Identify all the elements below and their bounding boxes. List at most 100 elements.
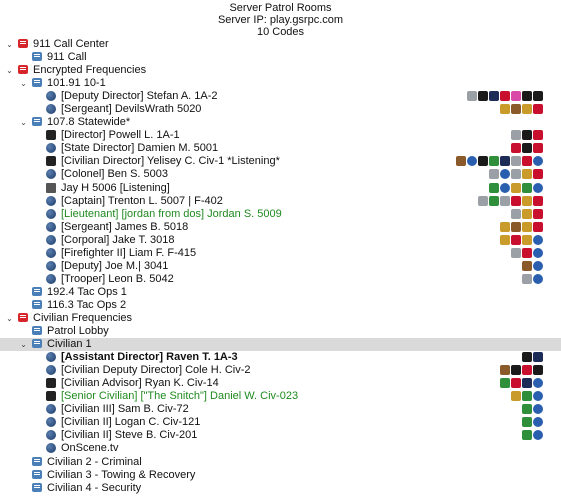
badge-icon bbox=[489, 91, 499, 102]
client-name: [Deputy Director] Stefan A. 1A-2 bbox=[61, 90, 218, 103]
channel-icon bbox=[32, 286, 42, 296]
client-row[interactable]: [Sergeant] DevilsWrath 5020 bbox=[0, 103, 561, 116]
badge-icon bbox=[500, 169, 510, 180]
badge-icon bbox=[533, 352, 543, 363]
user-status-icon bbox=[46, 404, 56, 415]
channel-name: 192.4 Tac Ops 1 bbox=[47, 285, 127, 298]
client-row[interactable]: [Civilian II] Steve B. Civ-201 bbox=[0, 429, 561, 442]
badge-icon bbox=[533, 273, 543, 284]
channel-row[interactable]: ⌄ Civilian Frequencies bbox=[0, 312, 561, 325]
client-row[interactable]: [Firefighter II] Liam F. F-415 bbox=[0, 247, 561, 260]
channel-row[interactable]: Patrol Lobby bbox=[0, 325, 561, 338]
client-row[interactable]: [Civilian III] Sam B. Civ-72 bbox=[0, 403, 561, 416]
expand-arrow-icon[interactable]: ⌄ bbox=[19, 77, 28, 90]
channel-name: 116.3 Tac Ops 2 bbox=[47, 298, 127, 311]
channel-icon bbox=[32, 117, 42, 127]
client-row[interactable]: [Captain] Trenton L. 5007 | F-402 bbox=[0, 195, 561, 208]
client-row[interactable]: [Deputy] Joe M.| 3041 bbox=[0, 260, 561, 273]
client-row[interactable]: [Sergeant] James B. 5018 bbox=[0, 221, 561, 234]
client-row[interactable]: [Senior Civilian] ["The Snitch"] Daniel … bbox=[0, 390, 561, 403]
badge-icon bbox=[489, 169, 499, 180]
channel-row[interactable]: 116.3 Tac Ops 2 bbox=[0, 299, 561, 312]
client-badges bbox=[500, 378, 543, 389]
client-row[interactable]: [Colonel] Ben S. 5003 bbox=[0, 168, 561, 181]
badge-icon bbox=[533, 260, 543, 271]
client-row[interactable]: [Civilian Deputy Director] Cole H. Civ-2 bbox=[0, 364, 561, 377]
badge-icon bbox=[511, 391, 521, 402]
channel-icon bbox=[32, 52, 42, 62]
badge-icon bbox=[500, 182, 510, 193]
client-row[interactable]: [Assistant Director] Raven T. 1A-3 bbox=[0, 351, 561, 364]
badge-icon bbox=[489, 195, 499, 206]
client-row[interactable]: [Civilian Director] Yelisey C. Civ-1 *Li… bbox=[0, 155, 561, 168]
badge-icon bbox=[533, 417, 543, 428]
client-row[interactable]: [Lieutenant] [jordan from dos] Jordan S.… bbox=[0, 208, 561, 221]
badge-icon bbox=[478, 195, 488, 206]
badge-icon bbox=[522, 130, 532, 141]
client-name: [Firefighter II] Liam F. F-415 bbox=[61, 246, 197, 259]
client-badges bbox=[467, 91, 543, 102]
user-status-icon bbox=[46, 221, 56, 232]
channel-row[interactable]: Civilian 2 - Criminal bbox=[0, 456, 561, 469]
client-badges bbox=[522, 417, 543, 428]
channel-name: Civilian Frequencies bbox=[33, 311, 133, 324]
client-name: [Civilian II] Logan C. Civ-121 bbox=[61, 416, 201, 429]
expand-arrow-icon[interactable]: ⌄ bbox=[5, 38, 14, 51]
expand-arrow-icon[interactable]: ⌄ bbox=[5, 312, 14, 325]
client-row[interactable]: [Director] Powell L. 1A-1 bbox=[0, 129, 561, 142]
client-row[interactable]: [Civilian II] Logan C. Civ-121 bbox=[0, 416, 561, 429]
client-row[interactable]: [Trooper] Leon B. 5042 bbox=[0, 273, 561, 286]
channel-row[interactable]: ⌄ Encrypted Frequencies bbox=[0, 64, 561, 77]
client-row[interactable]: [State Director] Damien M. 5001 bbox=[0, 142, 561, 155]
client-name: [Assistant Director] Raven T. 1A-3 bbox=[61, 351, 238, 364]
badge-icon bbox=[500, 234, 510, 245]
channel-row[interactable]: 192.4 Tac Ops 1 bbox=[0, 286, 561, 299]
expand-arrow-icon[interactable]: ⌄ bbox=[5, 64, 14, 77]
channel-row[interactable]: 911 Call bbox=[0, 51, 561, 64]
badge-icon bbox=[533, 104, 543, 115]
badge-icon bbox=[478, 91, 488, 102]
channel-row[interactable]: ⌄ 911 Call Center bbox=[0, 38, 561, 51]
client-badges bbox=[500, 234, 543, 246]
client-row[interactable]: [Corporal] Jake T. 3018 bbox=[0, 234, 561, 247]
badge-icon bbox=[533, 234, 543, 245]
user-status-icon bbox=[46, 247, 56, 258]
client-badges bbox=[511, 247, 543, 259]
server-codes: 10 Codes bbox=[256, 26, 305, 38]
badge-icon bbox=[500, 378, 510, 389]
client-name: [Corporal] Jake T. 3018 bbox=[61, 233, 175, 246]
channel-row[interactable]: ⌄ 101.91 10-1 bbox=[0, 77, 561, 90]
badge-icon bbox=[522, 143, 532, 154]
user-status-icon bbox=[46, 365, 56, 376]
expand-arrow-icon[interactable]: ⌄ bbox=[19, 338, 28, 351]
client-name: [Senior Civilian] ["The Snitch"] Daniel … bbox=[61, 390, 299, 403]
badge-icon bbox=[522, 208, 532, 219]
channel-row[interactable]: Civilian 3 - Towing & Recovery bbox=[0, 469, 561, 482]
channel-icon bbox=[18, 65, 28, 75]
client-badges bbox=[511, 130, 543, 141]
channel-icon bbox=[32, 78, 42, 88]
client-row[interactable]: Jay H 5006 [Listening] bbox=[0, 182, 561, 195]
client-name: [Civilian Advisor] Ryan K. Civ-14 bbox=[61, 377, 219, 390]
badge-icon bbox=[456, 156, 466, 167]
user-status-icon bbox=[46, 104, 56, 115]
user-status-icon bbox=[46, 169, 56, 180]
client-badges bbox=[500, 104, 543, 115]
client-name: [Director] Powell L. 1A-1 bbox=[61, 129, 180, 142]
client-name: OnScene.tv bbox=[61, 442, 119, 455]
channel-name: Encrypted Frequencies bbox=[33, 64, 147, 77]
channel-row[interactable]: ⌄ Civilian 1 bbox=[0, 338, 561, 352]
user-status-icon bbox=[46, 234, 56, 245]
channel-row[interactable]: Civilian 4 - Security bbox=[0, 482, 561, 495]
badge-icon bbox=[511, 130, 521, 141]
expand-arrow-icon[interactable]: ⌄ bbox=[19, 116, 28, 129]
channel-icon bbox=[32, 482, 42, 492]
client-row[interactable]: [Civilian Advisor] Ryan K. Civ-14 bbox=[0, 377, 561, 390]
client-row[interactable]: [Deputy Director] Stefan A. 1A-2 bbox=[0, 90, 561, 103]
channel-row[interactable]: ⌄ 107.8 Statewide* bbox=[0, 116, 561, 129]
client-badges bbox=[456, 156, 543, 167]
client-badges bbox=[500, 221, 543, 233]
client-row[interactable]: OnScene.tv bbox=[0, 442, 561, 455]
badge-icon bbox=[533, 378, 543, 389]
badge-icon bbox=[500, 104, 510, 115]
